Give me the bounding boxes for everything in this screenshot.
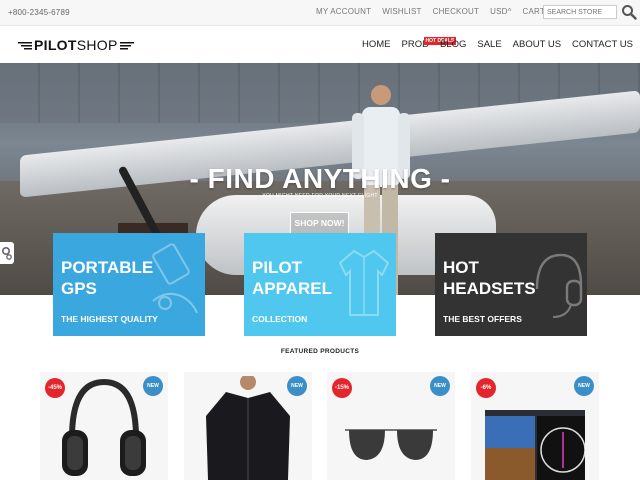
search-icon[interactable]	[621, 4, 637, 20]
new-badge: NEW	[287, 376, 307, 396]
jacket-icon	[338, 249, 390, 316]
left-wing-icon	[18, 42, 32, 50]
gear-icon	[1, 247, 12, 260]
my-account-link[interactable]: MY ACCOUNT	[316, 7, 371, 16]
hero-title: - FIND ANYTHING -	[189, 163, 451, 194]
discount-badge: -15%	[332, 378, 352, 398]
category-title: PORTABLE GPS	[61, 258, 154, 298]
settings-tab[interactable]	[0, 242, 14, 264]
top-utility-bar: +800-2345-6789 MY ACCOUNT WISHLIST CHECK…	[0, 0, 640, 26]
nav-sale[interactable]: SALE	[477, 39, 501, 50]
aviator-sunglasses-image	[345, 429, 437, 460]
bomber-jacket-image	[206, 376, 290, 480]
category-title: HOT HEADSETS	[443, 258, 536, 298]
featured-products-heading: FEATURED PRODUCTS	[280, 348, 360, 355]
category-portable-gps[interactable]: PORTABLE GPS THE HIGHEST QUALITY	[53, 233, 205, 336]
nav-about-us[interactable]: ABOUT US	[513, 39, 561, 50]
avionics-display-image	[485, 410, 585, 480]
wishlist-link[interactable]: WISHLIST	[382, 7, 421, 16]
phone-number: +800-2345-6789	[8, 8, 70, 17]
aviation-headset-image	[62, 378, 146, 476]
product-card[interactable]: -45% NEW	[40, 372, 168, 480]
new-badge: NEW	[143, 376, 163, 396]
hero-subtitle: YOU MIGHT NEED FOR YOUR NEXT FLIGHT	[262, 193, 378, 199]
category-subtitle: COLLECTION	[252, 314, 308, 324]
gps-device-icon	[152, 243, 198, 314]
product-card[interactable]: -15% NEW	[327, 372, 455, 480]
product-card[interactable]: -6% NEW	[471, 372, 599, 480]
main-nav: HOME PROD HOT DEALS BLOG SALE ABOUT US CO…	[362, 37, 640, 50]
nav-home[interactable]: HOME	[362, 39, 391, 50]
category-pilot-apparel[interactable]: PILOT APPAREL COLLECTION	[244, 233, 396, 336]
new-badge: NEW	[574, 376, 594, 396]
discount-badge: -45%	[45, 378, 65, 398]
nav-blog[interactable]: BLOG	[440, 39, 466, 50]
category-title: PILOT APPAREL	[252, 258, 332, 298]
discount-badge: -6%	[476, 378, 496, 398]
account-links: MY ACCOUNT WISHLIST CHECKOUT USD^ CART 0	[316, 7, 563, 16]
new-badge: NEW	[430, 376, 450, 396]
category-hot-headsets[interactable]: HOT HEADSETS THE BEST OFFERS	[435, 233, 587, 336]
site-logo[interactable]: PILOTSHOP	[16, 37, 136, 53]
main-header: PILOTSHOP HOME PROD HOT DEALS BLOG SALE A…	[0, 27, 640, 63]
nav-contact-us[interactable]: CONTACT US	[572, 39, 633, 50]
logo-text: PILOTSHOP	[34, 37, 118, 53]
right-wing-icon	[119, 42, 134, 50]
currency-selector[interactable]: USD^	[490, 7, 511, 16]
search-input[interactable]	[543, 5, 617, 19]
shop-now-button[interactable]: SHOP NOW!	[290, 212, 349, 234]
category-subtitle: THE HIGHEST QUALITY	[61, 314, 158, 324]
product-card[interactable]: NEW	[184, 372, 312, 480]
checkout-link[interactable]: CHECKOUT	[433, 7, 480, 16]
category-subtitle: THE BEST OFFERS	[443, 314, 522, 324]
nav-products[interactable]: PROD HOT DEALS	[402, 37, 457, 50]
